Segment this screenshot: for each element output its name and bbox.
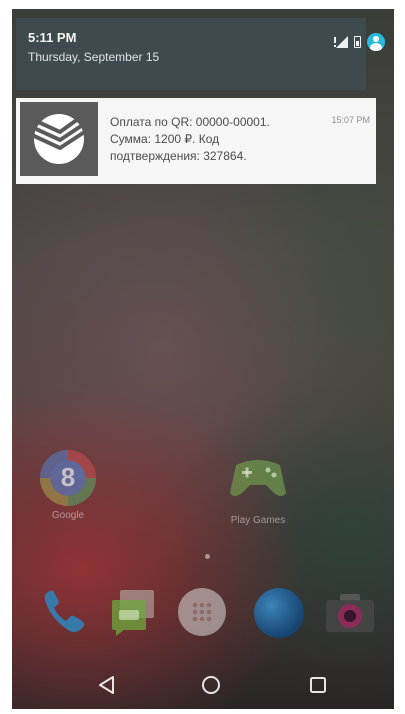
app-drawer-icon[interactable] [178,588,226,636]
play-games-icon [230,460,286,496]
app-play-games[interactable]: Play Games [218,450,298,526]
notification-message: Оплата по QR: 00000-00001. Сумма: 1200 ₽… [110,114,320,165]
navigation-bar [12,660,394,710]
notification-line-2: Сумма: 1200 ₽. Код [110,132,220,146]
phone-icon[interactable] [38,586,90,638]
clock-time: 5:11 PM [28,30,77,45]
status-icons [334,33,385,51]
page-indicator [205,554,210,559]
user-account-icon[interactable] [367,33,385,51]
app-google[interactable]: 8 Google [28,450,108,521]
app-label-play-games: Play Games [230,515,286,526]
battery-icon [354,36,361,48]
google-folder-icon: 8 [40,450,96,506]
home-icon[interactable] [198,672,224,698]
signal-no-data-icon [334,36,348,48]
notification-card[interactable]: Оплата по QR: 00000-00001. Сумма: 1200 ₽… [16,98,376,184]
browser-globe-icon[interactable] [254,588,304,638]
date-text: Thursday, September 15 [28,50,160,64]
recents-icon[interactable] [305,672,331,698]
camera-icon[interactable] [322,586,378,638]
notification-time: 15:07 PM [331,115,370,125]
sberbank-logo-icon [20,102,98,176]
messenger-icon[interactable] [106,586,158,638]
back-icon[interactable] [94,672,120,698]
notification-line-3: подтверждения: 327864. [110,149,247,163]
notification-line-1: Оплата по QR: 00000-00001. [110,115,270,129]
app-label-google: Google [51,510,85,521]
